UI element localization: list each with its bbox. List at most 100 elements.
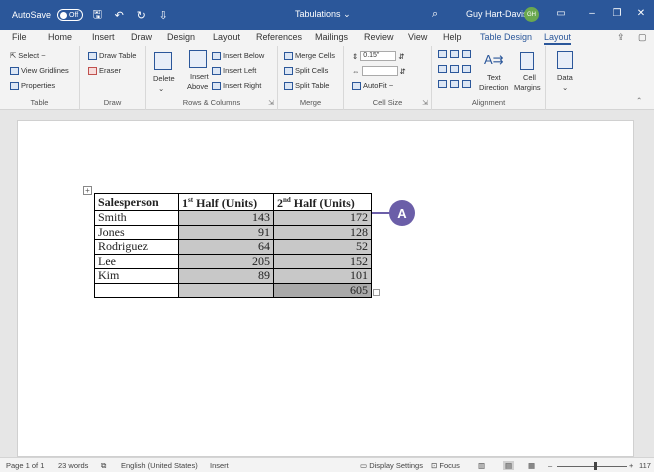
- tab-review[interactable]: Review: [364, 32, 394, 42]
- row-height-input[interactable]: 0.15": [360, 51, 397, 61]
- cell-second-half[interactable]: 128: [273, 224, 372, 240]
- align-top-right-icon[interactable]: [462, 50, 471, 58]
- width-spinner-icon[interactable]: ⇵: [400, 67, 406, 76]
- cell-name[interactable]: Rodriguez: [94, 239, 179, 255]
- tab-file[interactable]: File: [12, 32, 27, 42]
- draw-table-button[interactable]: Draw Table: [88, 51, 136, 60]
- column-width-input[interactable]: [361, 66, 398, 76]
- align-center-right-icon[interactable]: [462, 65, 471, 73]
- maximize-icon[interactable]: ❐: [608, 8, 626, 19]
- language[interactable]: English (United States): [121, 461, 198, 470]
- table-move-handle-icon[interactable]: +: [83, 186, 92, 195]
- cell-first-half[interactable]: 205: [178, 253, 274, 269]
- cell-first-half[interactable]: 143: [178, 210, 274, 226]
- properties-button[interactable]: Properties: [10, 81, 55, 90]
- print-layout-icon[interactable]: ▤: [503, 461, 515, 470]
- customize-icon[interactable]: ⇩: [155, 9, 171, 22]
- cell-name[interactable]: Lee: [94, 253, 179, 269]
- zoom-slider-thumb[interactable]: [594, 462, 597, 470]
- insert-below-button[interactable]: Insert Below: [212, 51, 264, 60]
- cell-second-half[interactable]: 101: [273, 268, 372, 284]
- text-direction-button[interactable]: Text: [487, 73, 501, 82]
- sales-table[interactable]: Salesperson 1st Half (Units) 2nd Half (U…: [94, 193, 372, 298]
- cell-first-half[interactable]: 89: [178, 268, 274, 284]
- web-layout-icon[interactable]: ▦: [528, 461, 535, 470]
- tab-mailings[interactable]: Mailings: [315, 32, 348, 42]
- select-button[interactable]: ⇱ Select ~: [10, 51, 46, 60]
- align-top-left-icon[interactable]: [438, 50, 447, 58]
- cell-size-launcher-icon[interactable]: ⇲: [422, 99, 428, 107]
- cell-name[interactable]: Smith: [94, 210, 179, 226]
- zoom-out-icon[interactable]: –: [548, 461, 552, 470]
- eraser-button[interactable]: Eraser: [88, 66, 121, 75]
- cell-second-half[interactable]: 52: [273, 239, 372, 255]
- split-cells-button[interactable]: Split Cells: [284, 66, 328, 75]
- align-bottom-center-icon[interactable]: [450, 80, 459, 88]
- focus-button[interactable]: ⊡ Focus: [431, 461, 460, 470]
- undo-icon[interactable]: ↶: [111, 9, 127, 22]
- comments-icon[interactable]: ▢: [638, 32, 647, 43]
- user-name[interactable]: Guy Hart-Davis: [466, 9, 528, 19]
- cell-second-half[interactable]: 152: [273, 253, 372, 269]
- align-center-left-icon[interactable]: [438, 65, 447, 73]
- share-icon[interactable]: ⇪: [617, 32, 625, 43]
- header-first-half[interactable]: 1st Half (Units): [178, 193, 274, 211]
- height-spinner-icon[interactable]: ⇵: [398, 52, 404, 61]
- tab-draw[interactable]: Draw: [131, 32, 152, 42]
- autosave-toggle[interactable]: Off: [57, 9, 84, 21]
- data-dropdown-icon[interactable]: ⌄: [562, 83, 568, 92]
- delete-dropdown-icon[interactable]: ⌄: [158, 84, 164, 93]
- cell-first-half[interactable]: 64: [178, 239, 274, 255]
- cell-total[interactable]: 605: [273, 282, 372, 298]
- insert-left-button[interactable]: Insert Left: [212, 66, 256, 75]
- tab-insert[interactable]: Insert: [92, 32, 115, 42]
- zoom-slider[interactable]: [557, 466, 627, 467]
- header-salesperson[interactable]: Salesperson: [94, 193, 179, 211]
- tab-design[interactable]: Design: [167, 32, 195, 42]
- split-table-button[interactable]: Split Table: [284, 81, 329, 90]
- display-settings-button[interactable]: ▭ Display Settings: [360, 461, 423, 470]
- autofit-button[interactable]: AutoFit ~: [352, 81, 393, 90]
- table-resize-handle[interactable]: [373, 289, 380, 296]
- zoom-level[interactable]: 117: [639, 461, 651, 470]
- insert-right-button[interactable]: Insert Right: [212, 81, 261, 90]
- cell-first-half[interactable]: 91: [178, 224, 274, 240]
- tab-view[interactable]: View: [408, 32, 427, 42]
- delete-button[interactable]: Delete: [153, 74, 175, 83]
- word-count[interactable]: 23 words: [58, 461, 88, 470]
- data-button[interactable]: Data: [557, 73, 573, 82]
- close-icon[interactable]: ✕: [632, 8, 650, 19]
- align-top-center-icon[interactable]: [450, 50, 459, 58]
- ribbon-display-icon[interactable]: ▭: [552, 8, 570, 19]
- save-icon[interactable]: 🖫: [89, 6, 105, 25]
- cell-first-half[interactable]: [178, 282, 274, 298]
- collapse-ribbon-icon[interactable]: ⌃: [636, 96, 642, 105]
- tab-table-layout[interactable]: Layout: [544, 32, 572, 45]
- cell-second-half[interactable]: 172: [273, 210, 372, 226]
- align-center-icon[interactable]: [450, 65, 459, 73]
- cell-name[interactable]: [94, 282, 179, 298]
- minimize-icon[interactable]: –: [583, 8, 601, 19]
- merge-cells-button[interactable]: Merge Cells: [284, 51, 335, 60]
- avatar[interactable]: GH: [524, 7, 539, 22]
- redo-icon[interactable]: ↻: [133, 9, 149, 22]
- header-second-half[interactable]: 2nd Half (Units): [273, 193, 372, 211]
- proofing-icon[interactable]: ⧉: [101, 461, 106, 471]
- search-icon[interactable]: ⌕: [432, 8, 438, 21]
- view-gridlines-button[interactable]: View Gridlines: [10, 66, 69, 75]
- cell-name[interactable]: Kim: [94, 268, 179, 284]
- insert-mode[interactable]: Insert: [210, 461, 229, 470]
- rows-columns-launcher-icon[interactable]: ⇲: [268, 99, 274, 107]
- cell-name[interactable]: Jones: [94, 224, 179, 240]
- tab-home[interactable]: Home: [48, 32, 72, 42]
- zoom-in-icon[interactable]: +: [629, 461, 633, 470]
- read-mode-icon[interactable]: ▥: [478, 461, 485, 470]
- tab-references[interactable]: References: [256, 32, 302, 42]
- document-title[interactable]: Tabulations ⌄: [295, 9, 351, 20]
- tab-layout[interactable]: Layout: [213, 32, 240, 42]
- align-bottom-right-icon[interactable]: [462, 80, 471, 88]
- tab-help[interactable]: Help: [443, 32, 462, 42]
- align-bottom-left-icon[interactable]: [438, 80, 447, 88]
- tab-table-design[interactable]: Table Design: [480, 32, 532, 42]
- page-count[interactable]: Page 1 of 1: [6, 461, 44, 470]
